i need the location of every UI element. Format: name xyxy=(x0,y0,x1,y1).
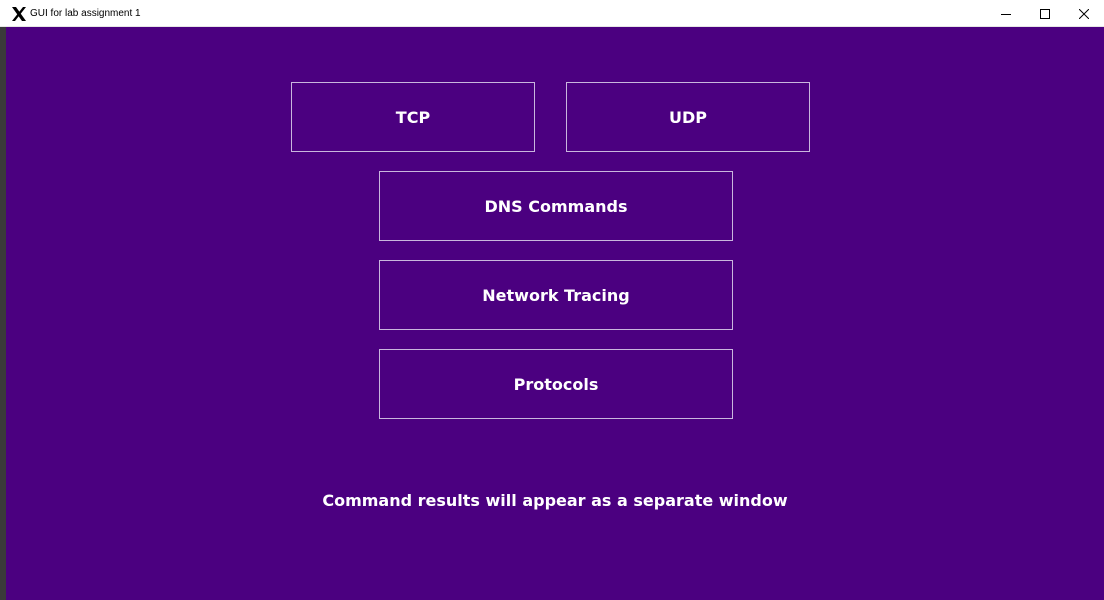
minimize-button[interactable] xyxy=(986,0,1026,27)
minimize-icon xyxy=(1001,14,1011,15)
close-icon xyxy=(1079,9,1089,19)
main-panel: TCP UDP DNS Commands Network Tracing Pro… xyxy=(6,27,1104,600)
dns-commands-button[interactable]: DNS Commands xyxy=(379,171,733,241)
close-button[interactable] xyxy=(1064,0,1104,27)
maximize-button[interactable] xyxy=(1025,0,1065,27)
info-message: Command results will appear as a separat… xyxy=(322,491,788,510)
udp-button[interactable]: UDP xyxy=(566,82,810,152)
app-window: GUI for lab assignment 1 TCP UDP DNS Com… xyxy=(0,0,1104,600)
maximize-icon xyxy=(1040,9,1050,19)
window-title: GUI for lab assignment 1 xyxy=(30,8,141,19)
network-tracing-button[interactable]: Network Tracing xyxy=(379,260,733,330)
tcp-button[interactable]: TCP xyxy=(291,82,535,152)
x-logo-icon xyxy=(11,6,27,22)
title-bar[interactable]: GUI for lab assignment 1 xyxy=(0,0,1104,27)
protocols-button[interactable]: Protocols xyxy=(379,349,733,419)
